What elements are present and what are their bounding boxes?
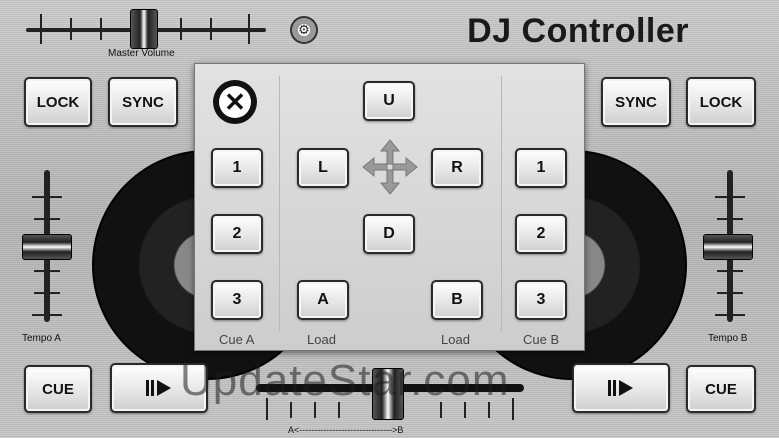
dj-controller-app: Master Volume ⚙ DJ Controller LOCK SYNC … — [0, 0, 779, 438]
close-icon[interactable]: ✕ — [213, 80, 257, 124]
cue-b-caption: Cue B — [523, 332, 560, 347]
tick — [717, 218, 743, 220]
tick — [40, 14, 42, 44]
control-panel-overlay: ✕ 1 2 3 Cue A U L R D A Load B Load 1 2 … — [194, 63, 585, 351]
down-button[interactable]: D — [363, 214, 415, 254]
cue-b-1-button[interactable]: 1 — [515, 148, 567, 188]
sync-button-a[interactable]: SYNC — [108, 77, 178, 127]
divider — [501, 76, 502, 332]
tick — [715, 196, 745, 198]
page-title: DJ Controller — [467, 12, 689, 50]
load-b-caption: Load — [441, 332, 470, 347]
load-a-caption: Load — [307, 332, 336, 347]
cue-button-a[interactable]: CUE — [24, 365, 92, 413]
watermark: UpdateStar.com — [180, 356, 510, 405]
play-button-b[interactable] — [572, 363, 670, 413]
master-volume-label: Master Volume — [108, 48, 175, 59]
cue-a-caption: Cue A — [219, 332, 255, 347]
tick — [34, 292, 60, 294]
tick — [248, 14, 250, 44]
move-arrows-icon — [362, 139, 418, 195]
lock-button-b[interactable]: LOCK — [686, 77, 756, 127]
load-a-button[interactable]: A — [297, 280, 349, 320]
tick — [34, 218, 60, 220]
cue-a-3-button[interactable]: 3 — [211, 280, 263, 320]
tempo-a-knob[interactable] — [22, 234, 72, 260]
tick — [34, 270, 60, 272]
left-button[interactable]: L — [297, 148, 349, 188]
tick — [210, 18, 212, 40]
master-volume-knob[interactable] — [130, 9, 158, 49]
tick — [717, 270, 743, 272]
gear-icon[interactable]: ⚙ — [290, 16, 318, 44]
tick — [32, 314, 62, 316]
tempo-a-label: Tempo A — [22, 333, 61, 344]
cue-button-b[interactable]: CUE — [686, 365, 756, 413]
tick — [717, 292, 743, 294]
cue-a-1-button[interactable]: 1 — [211, 148, 263, 188]
divider — [279, 76, 280, 332]
play-icon — [144, 378, 174, 398]
tempo-b-knob[interactable] — [703, 234, 753, 260]
tick — [715, 314, 745, 316]
tick — [512, 398, 514, 420]
sync-button-b[interactable]: SYNC — [601, 77, 671, 127]
load-b-button[interactable]: B — [431, 280, 483, 320]
cue-a-2-button[interactable]: 2 — [211, 214, 263, 254]
play-icon — [606, 378, 636, 398]
right-button[interactable]: R — [431, 148, 483, 188]
close-icon-glyph: ✕ — [219, 86, 251, 118]
tempo-b-label: Tempo B — [708, 333, 748, 344]
cue-b-2-button[interactable]: 2 — [515, 214, 567, 254]
tick — [180, 18, 182, 40]
cue-b-3-button[interactable]: 3 — [515, 280, 567, 320]
crossfader-label: A<------------------------------->B — [288, 425, 404, 435]
lock-button-a[interactable]: LOCK — [24, 77, 92, 127]
tick — [32, 196, 62, 198]
tick — [100, 18, 102, 40]
tick — [70, 18, 72, 40]
up-button[interactable]: U — [363, 81, 415, 121]
